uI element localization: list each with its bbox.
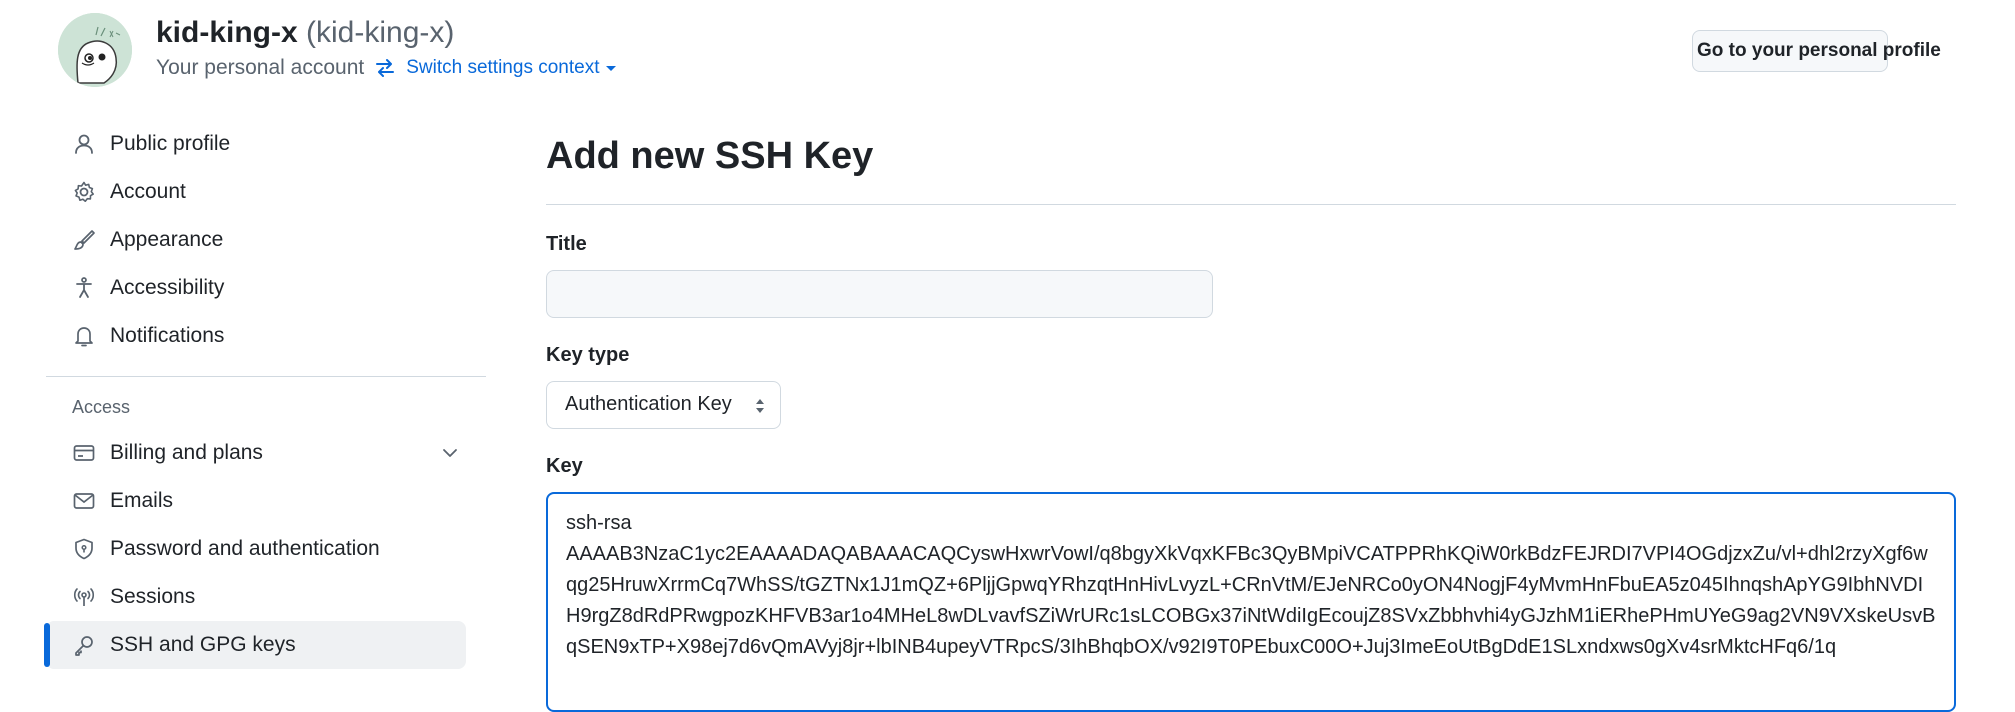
sidebar-item-accessibility[interactable]: Accessibility — [46, 264, 486, 312]
arrow-switch-icon — [374, 57, 396, 79]
sidebar-item-label: Billing and plans — [110, 441, 263, 464]
go-to-profile-button[interactable]: Go to your personal profile — [1692, 30, 1941, 72]
title-divider — [546, 203, 1956, 205]
sidebar-divider — [46, 376, 486, 377]
sidebar-item-label: Accessibility — [110, 276, 225, 299]
bell-icon — [72, 324, 96, 348]
sidebar-item-label: Appearance — [110, 228, 224, 251]
sidebar-item-ssh-gpg-keys[interactable]: SSH and GPG keys — [44, 621, 466, 669]
sidebar-item-label: Sessions — [110, 585, 196, 608]
sidebar-item-sessions[interactable]: Sessions — [46, 573, 486, 621]
title-label: Title — [546, 232, 587, 255]
key-textarea[interactable]: ssh-rsa AAAAB3NzaC1yc2EAAAADAQABAAACAQCy… — [546, 491, 1956, 712]
key-type-selected: Authentication Key — [565, 393, 732, 416]
settings-sidebar: Public profile Account Appearance Access… — [44, 120, 486, 669]
sidebar-item-label: Notifications — [110, 324, 225, 347]
sidebar-item-label: Emails — [110, 489, 174, 512]
mail-icon — [72, 489, 96, 513]
sidebar-item-password-authentication[interactable]: Password and authentication — [46, 525, 486, 573]
key-type-select[interactable]: Authentication Key — [546, 380, 781, 429]
sidebar-item-notifications[interactable]: Notifications — [46, 312, 486, 360]
select-arrows-icon — [756, 398, 764, 413]
chevron-down-icon[interactable] — [440, 443, 460, 463]
account-subtitle-text: Your personal account — [156, 56, 365, 79]
paintbrush-icon — [72, 228, 96, 252]
key-type-label: Key type — [546, 343, 630, 366]
main-content: Add new SSH Key Title Key type Authentic… — [546, 120, 1956, 712]
accessibility-icon — [72, 276, 96, 300]
sidebar-item-emails[interactable]: Emails — [46, 477, 486, 525]
active-indicator — [44, 623, 50, 667]
sidebar-item-public-profile[interactable]: Public profile — [46, 120, 486, 168]
sidebar-item-appearance[interactable]: Appearance — [46, 216, 486, 264]
sidebar-item-account[interactable]: Account — [46, 168, 486, 216]
shield-lock-icon — [72, 537, 96, 561]
account-handle: (kid-king-x) — [306, 16, 455, 49]
switch-settings-context-link[interactable]: Switch settings context — [406, 57, 617, 79]
avatar-image — [58, 13, 132, 87]
key-label: Key — [546, 454, 583, 477]
title-input[interactable] — [546, 269, 1213, 318]
page-title: Add new SSH Key — [546, 135, 874, 177]
credit-card-icon — [72, 441, 96, 465]
sidebar-section-access: Access — [72, 397, 131, 417]
key-icon — [72, 633, 96, 657]
switch-settings-context-label: Switch settings context — [406, 57, 600, 78]
sidebar-item-billing[interactable]: Billing and plans — [46, 429, 486, 477]
account-login: kid-king-x — [156, 16, 298, 49]
sidebar-item-label: Public profile — [110, 132, 231, 155]
account-subtitle: Your personal account Switch settings co… — [156, 56, 617, 80]
sidebar-item-label: Password and authentication — [110, 537, 380, 560]
avatar[interactable] — [58, 13, 132, 87]
broadcast-icon — [72, 585, 96, 609]
sidebar-item-label: Account — [110, 180, 186, 203]
sidebar-item-label: SSH and GPG keys — [110, 633, 296, 656]
caret-down-icon — [606, 66, 617, 71]
account-name: kid-king-x (kid-king-x) — [156, 16, 454, 50]
gear-icon — [72, 180, 96, 204]
person-icon — [72, 132, 96, 156]
settings-header: kid-king-x (kid-king-x) Your personal ac… — [0, 0, 2015, 100]
